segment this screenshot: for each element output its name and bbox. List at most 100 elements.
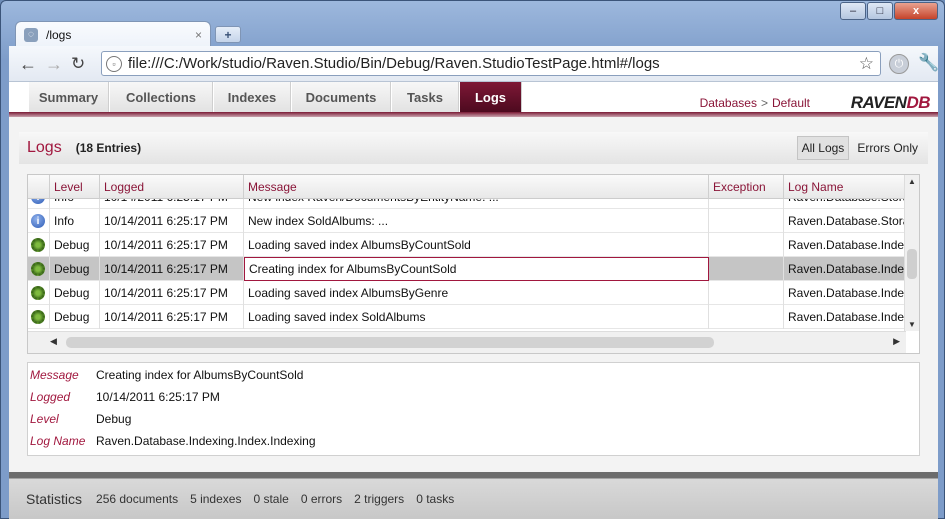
detail-logged-value: 10/14/2011 6:25:17 PM: [96, 390, 220, 404]
tab-documents[interactable]: Documents: [292, 82, 391, 112]
vertical-scroll-thumb[interactable]: [907, 249, 917, 279]
cell-exception: [709, 305, 784, 329]
stat-triggers: 2 triggers: [354, 492, 405, 506]
stat-documents: 256 documents: [96, 492, 179, 506]
ravendb-logo: RAVENDB: [850, 93, 931, 112]
new-tab-button[interactable]: +: [215, 26, 241, 43]
detail-label: Log Name: [30, 434, 86, 448]
raven-studio-app: Summary Collections Indexes Documents Ta…: [9, 82, 938, 519]
column-header-message[interactable]: Message: [244, 175, 709, 199]
cell-exception: [709, 209, 784, 233]
cell-level: Info: [50, 209, 100, 233]
cell-message: Loading saved index SoldAlbums: [244, 305, 709, 329]
forward-arrow-icon[interactable]: →: [45, 54, 63, 75]
stat-stale: 0 stale: [253, 492, 289, 506]
cell-level: Debug: [50, 305, 100, 329]
scroll-right-icon[interactable]: ▶: [893, 336, 900, 347]
column-header-exception[interactable]: Exception: [709, 175, 784, 199]
table-row[interactable]: Debug 10/14/2011 6:25:17 PM Loading save…: [28, 305, 906, 329]
scroll-up-icon[interactable]: ▲: [908, 177, 916, 186]
address-bar[interactable]: ▫ file:///C:/Work/studio/Raven.Studio/Bi…: [101, 51, 881, 76]
detail-level-row: Level Debug: [28, 408, 131, 430]
scroll-left-icon[interactable]: ◀: [50, 336, 57, 347]
column-header-logged[interactable]: Logged: [100, 175, 244, 199]
back-arrow-icon[interactable]: ←: [19, 54, 37, 75]
browser-window: – □ x ◌ /logs × + ← → ↻ ▫ file:///C:/Wor…: [0, 0, 945, 519]
wrench-icon[interactable]: 🔧: [918, 53, 939, 73]
cell-logged: 10/14/2011 6:25:17 PM: [100, 305, 244, 329]
minimize-button[interactable]: –: [840, 2, 866, 20]
tab-title: /logs: [46, 27, 72, 42]
bookmark-star-icon[interactable]: ☆: [859, 54, 874, 74]
debug-gear-icon: [31, 310, 45, 324]
column-header-level[interactable]: Level: [50, 175, 100, 199]
entries-count: (18 Entries): [75, 141, 142, 155]
debug-gear-icon: [31, 286, 45, 300]
breadcrumb: Databases > Default: [700, 96, 810, 110]
cell-level: Info: [50, 199, 100, 209]
debug-gear-icon: [31, 262, 45, 276]
table-row[interactable]: i Info 10/14/2011 6:25:17 PM New index R…: [28, 199, 906, 209]
detail-label: Logged: [30, 390, 71, 404]
tab-collections[interactable]: Collections: [110, 82, 213, 112]
detail-message-row: Message Creating index for AlbumsByCount…: [28, 364, 303, 386]
all-logs-button[interactable]: All Logs: [796, 136, 850, 160]
detail-label: Level: [30, 412, 59, 426]
cell-exception: [709, 257, 784, 281]
tab-close-icon[interactable]: ×: [195, 28, 202, 42]
cell-level: Debug: [50, 281, 100, 305]
window-controls: – □ x: [840, 2, 938, 20]
nav-divider: [9, 112, 938, 117]
page-favicon-icon: ◌: [24, 27, 38, 42]
info-icon: i: [31, 214, 45, 228]
cell-message: New index Raven/DocumentsByEntityName: .…: [244, 199, 709, 209]
cell-level: Debug: [50, 257, 100, 281]
cell-message: Loading saved index AlbumsByGenre: [244, 281, 709, 305]
breadcrumb-databases[interactable]: Databases: [700, 96, 757, 110]
cell-log-name: Raven.Database.Indexing: [788, 262, 906, 276]
detail-label: Message: [30, 368, 79, 382]
browser-tab[interactable]: ◌ /logs ×: [15, 21, 211, 47]
reload-icon[interactable]: ↻: [71, 54, 85, 74]
detail-logname-value: Raven.Database.Indexing.Index.Indexing: [96, 434, 316, 448]
cell-exception: [709, 199, 784, 209]
logs-grid: Level Logged Message Exception Log Name …: [27, 174, 920, 354]
column-header-log-name[interactable]: Log Name: [784, 175, 906, 199]
tab-logs[interactable]: Logs: [460, 82, 522, 112]
cell-log-name: Raven.Database.Indexing: [788, 310, 906, 324]
extension-icon[interactable]: ⏻: [889, 54, 909, 74]
detail-message-value: Creating index for AlbumsByCountSold: [96, 368, 304, 382]
detail-logged-row: Logged 10/14/2011 6:25:17 PM: [28, 386, 220, 408]
cell-level: Debug: [50, 233, 100, 257]
table-row[interactable]: Debug 10/14/2011 6:25:17 PM Loading save…: [28, 233, 906, 257]
stat-errors: 0 errors: [300, 492, 343, 506]
maximize-button[interactable]: □: [867, 2, 893, 20]
app-navigation: Summary Collections Indexes Documents Ta…: [9, 82, 938, 114]
table-row[interactable]: Debug 10/14/2011 6:25:17 PM Loading save…: [28, 281, 906, 305]
vertical-scrollbar[interactable]: ▲ ▼: [904, 175, 919, 331]
scroll-down-icon[interactable]: ▼: [908, 320, 916, 329]
cell-log-name: Raven.Database.Indexing: [788, 238, 906, 252]
errors-only-button[interactable]: Errors Only: [853, 136, 922, 160]
table-row-selected[interactable]: Debug 10/14/2011 6:25:17 PM Creating ind…: [28, 257, 906, 281]
debug-gear-icon: [31, 238, 45, 252]
cell-message: New index SoldAlbums: ...: [244, 209, 709, 233]
page-icon: ▫: [106, 55, 122, 72]
stat-tasks: 0 tasks: [416, 492, 455, 506]
cell-logged: 10/14/2011 6:25:17 PM: [100, 209, 244, 233]
browser-toolbar: ← → ↻ ▫ file:///C:/Work/studio/Raven.Stu…: [9, 46, 939, 82]
horizontal-scrollbar[interactable]: ◀ ▶: [28, 331, 906, 353]
tab-summary[interactable]: Summary: [29, 82, 109, 112]
horizontal-scroll-thumb[interactable]: [66, 337, 714, 348]
cell-logged: 10/14/2011 6:25:17 PM: [100, 257, 244, 281]
cell-logged: 10/14/2011 6:25:17 PM: [100, 281, 244, 305]
close-window-button[interactable]: x: [894, 2, 938, 20]
breadcrumb-current[interactable]: Default: [772, 96, 810, 110]
icon-column-header: [28, 175, 50, 199]
detail-logname-row: Log Name Raven.Database.Indexing.Index.I…: [28, 430, 316, 452]
tab-indexes[interactable]: Indexes: [214, 82, 291, 112]
table-row[interactable]: i Info 10/14/2011 6:25:17 PM New index S…: [28, 209, 906, 233]
statistics-title: Statistics: [26, 491, 83, 507]
tab-tasks[interactable]: Tasks: [392, 82, 459, 112]
statistics-bar: Statistics 256 documents 5 indexes 0 sta…: [9, 472, 938, 519]
